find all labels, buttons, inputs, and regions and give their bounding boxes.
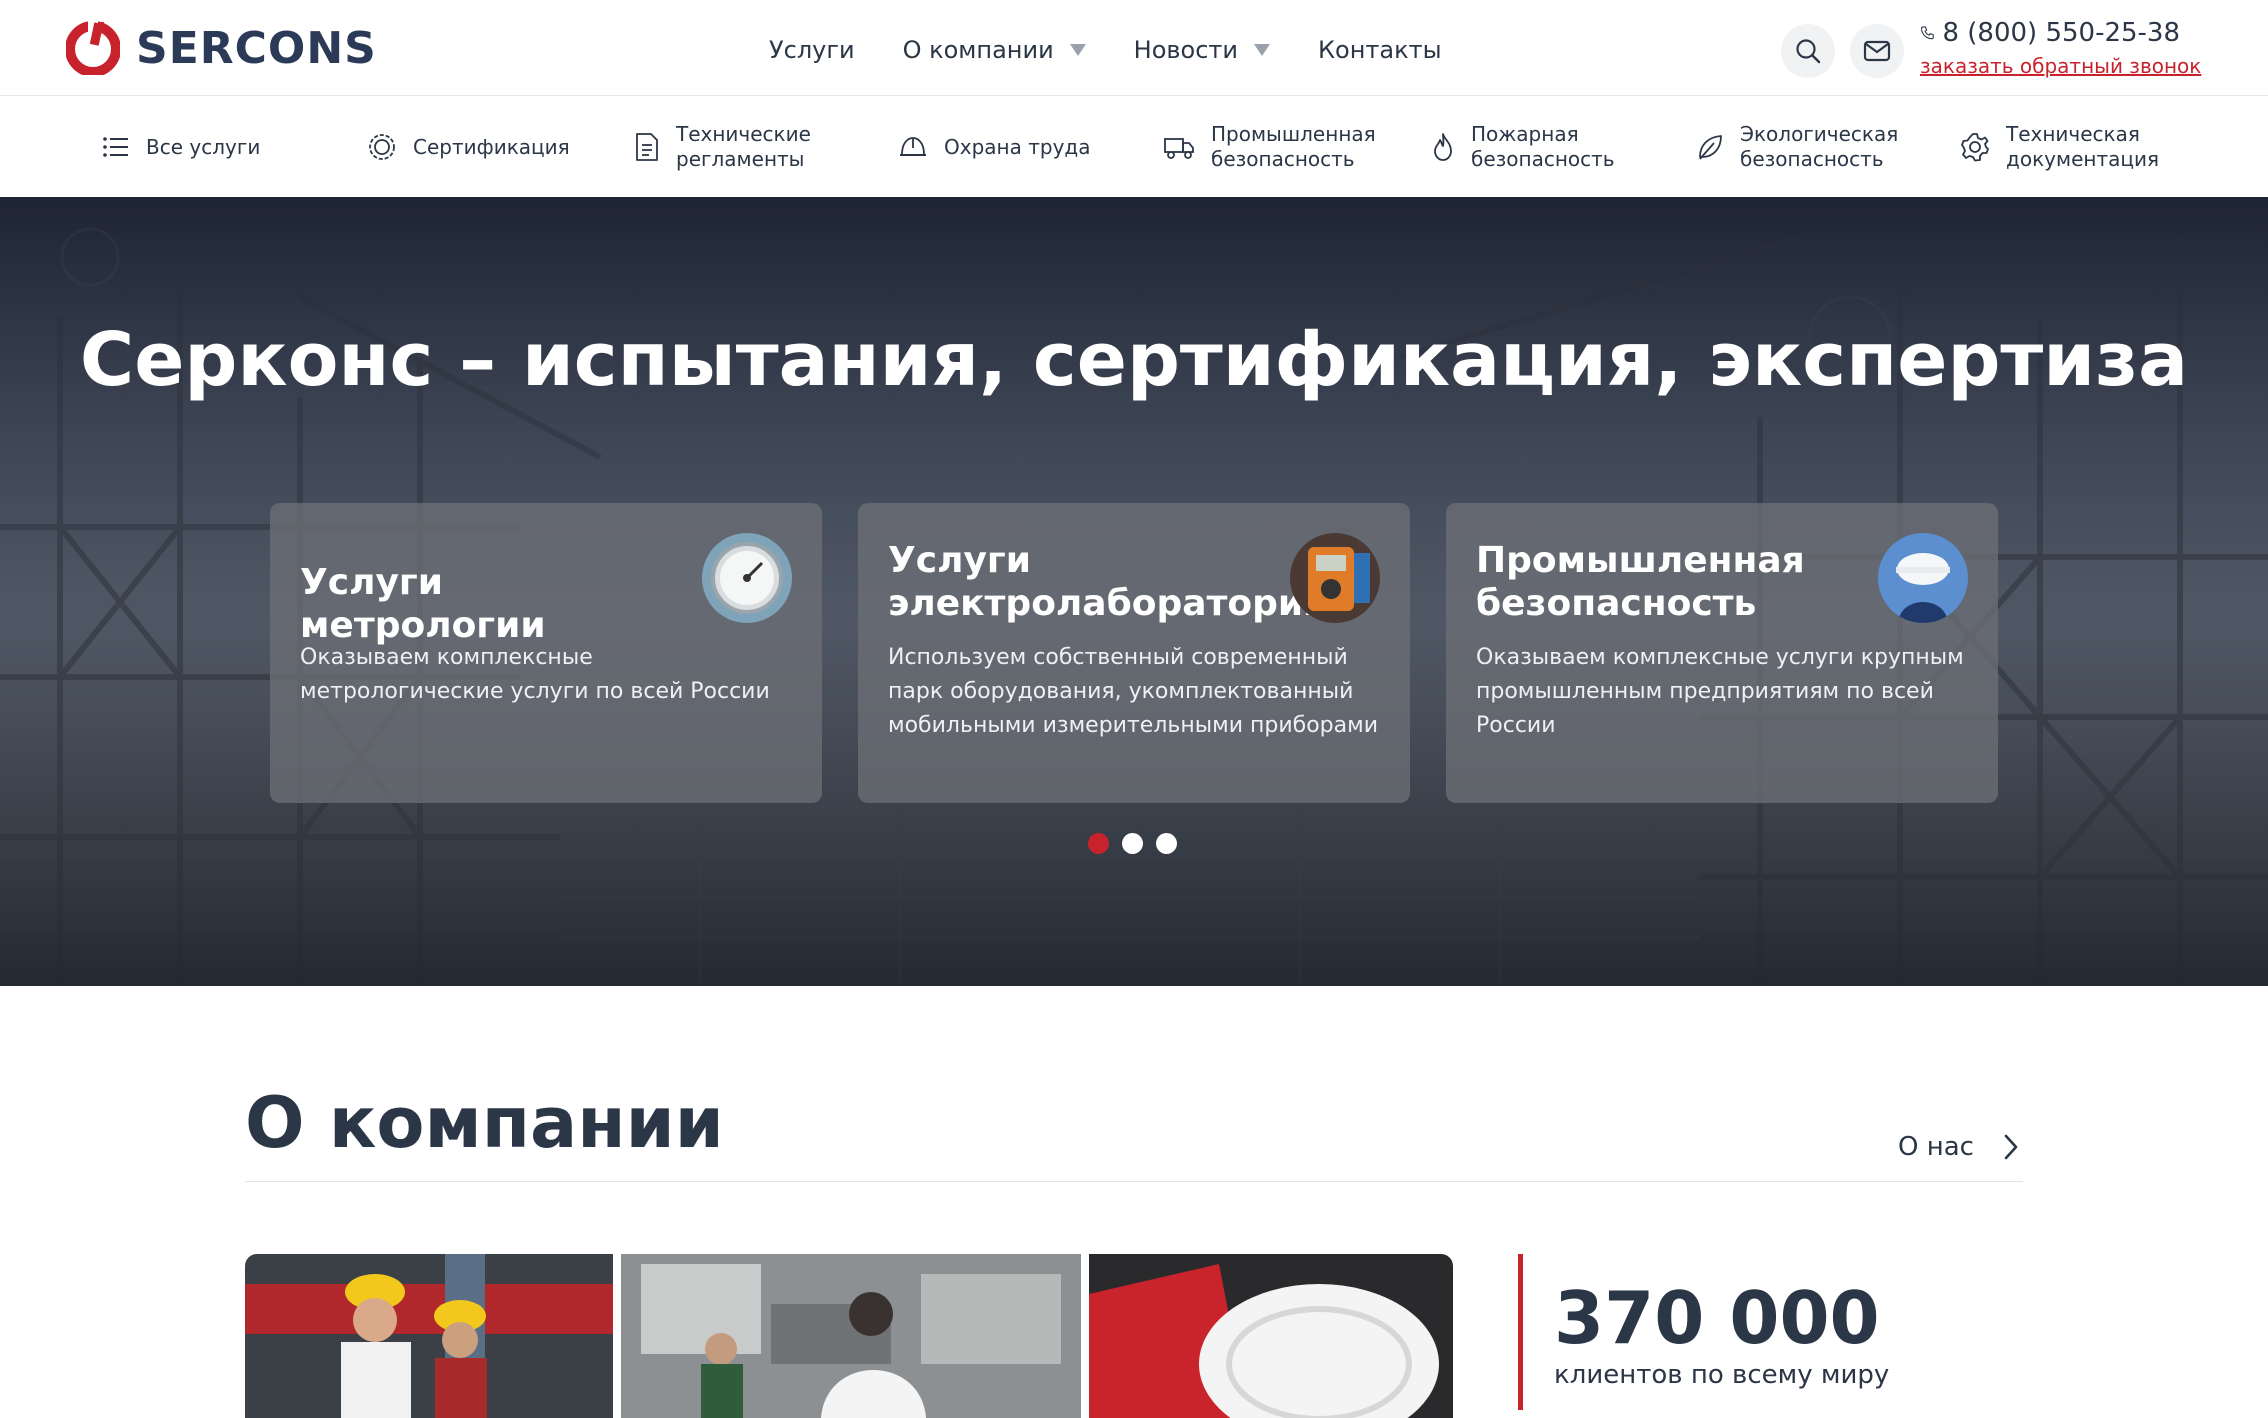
stat-accent-bar	[1518, 1254, 1523, 1410]
nav-label: Услуги	[769, 36, 855, 64]
service-label: Все услуги	[146, 134, 261, 159]
hero-card-metrology[interactable]: Услуги метрологии Оказываем комплексные …	[270, 503, 822, 803]
caret-down-icon	[1254, 44, 1271, 56]
logo-text: SERCONS	[136, 22, 377, 74]
truck-icon	[1164, 138, 1194, 159]
flame-icon	[1434, 133, 1452, 161]
workers-photo	[245, 1254, 613, 1418]
nav-item-about[interactable]: О компании	[903, 36, 1086, 64]
about-photo-strip	[245, 1254, 1453, 1418]
phone-link[interactable]: 8 (800) 550-25-38	[1920, 18, 2180, 48]
site-header: SERCONS Услуги О компании Новости Контак…	[0, 0, 2268, 96]
hero-banner: Серконс – испытания, сертификация, экспе…	[0, 197, 2268, 986]
logo[interactable]: SERCONS	[66, 20, 377, 76]
about-us-label: О нас	[1898, 1132, 1974, 1162]
hero-title: Серконс – испытания, сертификация, экспе…	[79, 317, 2189, 403]
search-button[interactable]	[1781, 24, 1835, 78]
card-title: Услуги электролаборатории	[888, 540, 1329, 624]
carousel-dots	[1088, 833, 1177, 854]
card-text: Оказываем комплексные услуги крупным про…	[1476, 645, 1964, 738]
service-industrial-safety[interactable]: Промышленная безопасность	[1163, 121, 1376, 173]
hero-card-industrial-safety[interactable]: Промышленная безопасность Оказываем комп…	[1446, 503, 1998, 803]
search-icon	[1796, 39, 1821, 64]
leaf-icon	[1699, 135, 1722, 160]
seal-icon	[369, 134, 395, 160]
hero-card-electrolab[interactable]: Услуги электролаборатории Используем соб…	[858, 503, 1410, 803]
service-label: Технические регламенты	[676, 122, 811, 171]
pressure-gauge-thumbnail	[702, 533, 792, 623]
card-text: Используем собственный современный парк …	[888, 645, 1379, 738]
contact-block: 8 (800) 550-25-38 заказать обратный звон…	[1920, 18, 2201, 78]
service-label: Охрана труда	[944, 134, 1091, 159]
stat-label: клиентов по всему миру	[1554, 1360, 1890, 1390]
phone-icon	[1920, 26, 1934, 40]
document-icon	[636, 133, 658, 161]
worker-helmet-thumbnail	[1878, 533, 1968, 623]
service-fire-safety[interactable]: Пожарная безопасность	[1431, 121, 1615, 173]
nav-label: О компании	[902, 36, 1054, 64]
clients-stat: 370 000 клиентов по всему миру	[1518, 1254, 2018, 1418]
helmet-icon	[900, 137, 926, 156]
service-tech-regulations[interactable]: Технические регламенты	[634, 121, 811, 173]
carousel-dot[interactable]	[1156, 833, 1177, 854]
factory-workshop-photo	[621, 1254, 1081, 1418]
multimeter-thumbnail	[1290, 533, 1380, 623]
chevron-right-icon	[2004, 1134, 2018, 1160]
service-eco-safety[interactable]: Экологическая безопасность	[1696, 121, 1899, 173]
logo-mark-icon	[66, 21, 120, 75]
service-all[interactable]: Все услуги	[102, 121, 260, 173]
nav-item-news[interactable]: Новости	[1133, 36, 1271, 64]
nav-item-contacts[interactable]: Контакты	[1318, 36, 1442, 64]
about-us-link[interactable]: О нас	[1898, 1132, 2020, 1162]
section-divider	[245, 1181, 2023, 1182]
mail-button[interactable]	[1850, 24, 1904, 78]
nav-item-services[interactable]: Услуги	[769, 36, 855, 64]
nav-label: Контакты	[1318, 36, 1442, 64]
main-nav: Услуги О компании Новости Контакты	[769, 30, 1490, 70]
service-tech-documentation[interactable]: Техническая документация	[1960, 121, 2159, 173]
card-text: Оказываем комплексные метрологические ус…	[300, 645, 770, 704]
gear-icon	[1961, 133, 1989, 162]
card-title: Услуги метрологии	[300, 562, 546, 646]
phone-number: 8 (800) 550-25-38	[1942, 18, 2180, 48]
service-label: Промышленная безопасность	[1211, 122, 1376, 171]
carousel-dot[interactable]	[1122, 833, 1143, 854]
carousel-dot[interactable]	[1088, 833, 1109, 854]
nav-label: Новости	[1133, 36, 1239, 64]
section-title-about: О компании	[245, 1082, 724, 1164]
mail-icon	[1863, 40, 1891, 62]
list-icon	[103, 137, 128, 157]
card-title: Промышленная безопасность	[1476, 540, 1805, 624]
service-label: Сертификация	[413, 134, 570, 159]
services-bar: Все услуги Сертификация Технические регл…	[0, 97, 2268, 197]
service-labor-safety[interactable]: Охрана труда	[898, 121, 1090, 173]
safety-helmet-photo	[1089, 1254, 1453, 1418]
service-label: Техническая документация	[2006, 122, 2159, 171]
service-label: Экологическая безопасность	[1740, 122, 1899, 171]
stat-value: 370 000	[1554, 1276, 1880, 1360]
service-label: Пожарная безопасность	[1471, 122, 1615, 171]
callback-link[interactable]: заказать обратный звонок	[1920, 54, 2201, 78]
service-certification[interactable]: Сертификация	[367, 121, 570, 173]
caret-down-icon	[1069, 44, 1086, 56]
